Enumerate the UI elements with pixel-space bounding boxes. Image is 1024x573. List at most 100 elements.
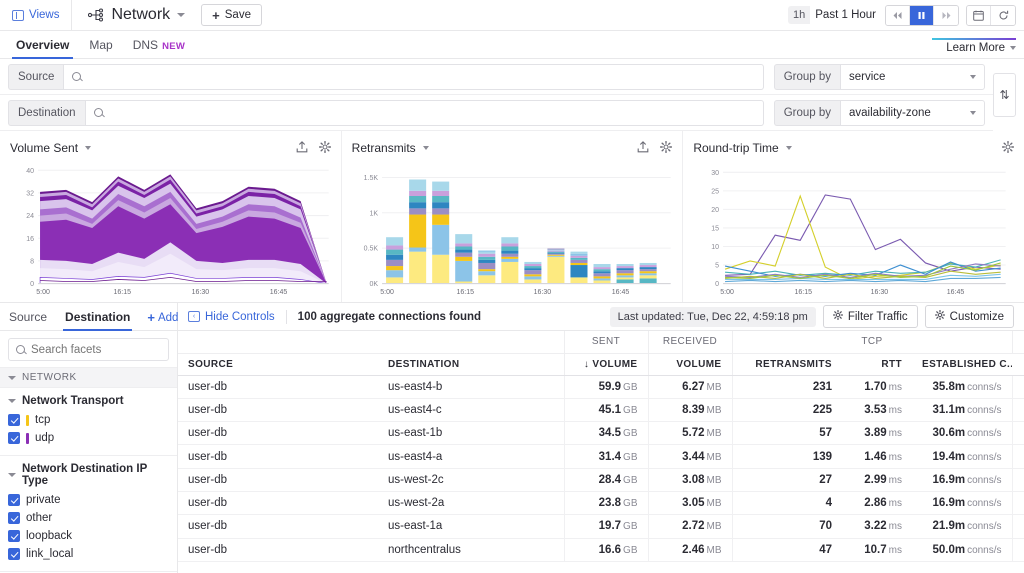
table-row[interactable]: user-db us-west-2a 23.8 GB 3.05 MB 4 2.86 m…: [178, 491, 1024, 516]
facet-network-destination-ip-type: Network Destination IP Type private othe…: [0, 456, 177, 563]
svg-text:0: 0: [30, 280, 34, 288]
time-chip[interactable]: 1h: [788, 6, 811, 24]
export-icon[interactable]: [637, 140, 649, 156]
gear-icon[interactable]: [660, 140, 673, 156]
row-menu-icon[interactable]: ⋮: [1011, 421, 1024, 446]
calendar-refresh-group: [966, 4, 1016, 26]
facet-title[interactable]: Network Destination IP Type: [0, 456, 177, 491]
tab-overview[interactable]: Overview: [6, 38, 79, 59]
table-row[interactable]: user-db us-east-1a 19.7 GB 2.72 MB 70 3.22…: [178, 514, 1024, 539]
checkbox[interactable]: [8, 548, 20, 560]
divider: [285, 309, 287, 324]
row-menu-icon[interactable]: ⋮: [1011, 398, 1024, 423]
facet-item-tcp[interactable]: tcp: [0, 411, 177, 429]
facet-item-udp[interactable]: udp: [0, 429, 177, 447]
cell-source: user-db: [178, 514, 378, 539]
col-retransmits[interactable]: RETRANSMITS: [731, 353, 842, 376]
facet-item-private[interactable]: private: [0, 491, 177, 509]
svg-text:1K: 1K: [369, 209, 378, 217]
sidebar-tab-destination[interactable]: Destination: [56, 310, 139, 331]
row-menu-icon[interactable]: ⋮: [1011, 375, 1024, 399]
col-established-connections[interactable]: ESTABLISHED C...: [912, 353, 1013, 376]
facet-search-input[interactable]: [31, 343, 168, 356]
facet-item-other[interactable]: other: [0, 509, 177, 527]
step-forward-button[interactable]: [934, 5, 958, 25]
learn-more-button[interactable]: Learn More: [946, 42, 1016, 56]
calendar-icon[interactable]: [967, 5, 991, 25]
checkbox[interactable]: [8, 530, 20, 542]
save-label: Save: [224, 9, 251, 21]
swap-source-destination-button[interactable]: ⇅: [993, 73, 1016, 117]
table-group-header-row: SENT RECEIVED TCP: [178, 331, 1024, 354]
col-rtt[interactable]: RTT: [842, 353, 912, 376]
chevron-down-icon[interactable]: [422, 146, 429, 150]
connections-table-wrapper[interactable]: SENT RECEIVED TCP SOURCE DESTINATION ↓ VO…: [178, 331, 1024, 573]
save-button[interactable]: + Save: [201, 4, 262, 26]
sidebar-tab-source[interactable]: Source: [0, 310, 56, 330]
destination-search-input[interactable]: [108, 106, 763, 119]
views-button[interactable]: Views: [0, 0, 73, 31]
facet-item-label: udp: [35, 432, 55, 444]
checkbox[interactable]: [8, 494, 20, 506]
gear-icon[interactable]: [1001, 140, 1015, 156]
chevron-down-icon[interactable]: [177, 13, 186, 17]
facet-item-link-local[interactable]: link_local: [0, 545, 177, 563]
tab-map[interactable]: Map: [79, 38, 122, 58]
table-row[interactable]: user-db us-west-2c 28.4 GB 3.08 MB 27 2.99…: [178, 468, 1024, 492]
last-updated-label: Last updated: Tue, Dec 22, 4:59:18 pm: [609, 306, 816, 327]
export-icon[interactable]: [296, 140, 308, 156]
table-row[interactable]: user-db us-east-1b 34.5 GB 5.72 MB 57 3.89…: [178, 421, 1024, 446]
source-search-input[interactable]: [87, 70, 763, 83]
facet-search-box[interactable]: [8, 338, 169, 361]
checkbox[interactable]: [8, 414, 20, 426]
hide-controls-button[interactable]: ‹ Hide Controls: [188, 311, 275, 323]
chevron-down-icon[interactable]: [785, 146, 792, 150]
row-menu-icon[interactable]: ⋮: [1011, 491, 1024, 516]
facet-item-label: tcp: [35, 414, 51, 426]
facets-sidebar: Source Destination + Add NETWORK: [0, 303, 178, 573]
time-range-label[interactable]: Past 1 Hour: [810, 9, 885, 21]
col-received-volume[interactable]: VOLUME: [647, 353, 732, 376]
facet-group-network[interactable]: NETWORK: [0, 367, 177, 388]
row-menu-icon[interactable]: ⋮: [1011, 468, 1024, 492]
chevron-down-icon: [8, 473, 16, 477]
row-menu-icon[interactable]: ⋮: [1011, 538, 1024, 562]
svg-text:0: 0: [715, 280, 719, 288]
row-menu-icon[interactable]: ⋮: [1011, 444, 1024, 469]
col-sent-volume[interactable]: ↓ VOLUME: [563, 353, 648, 376]
table-row[interactable]: user-db us-east4-a 31.4 GB 3.44 MB 139 1.4…: [178, 444, 1024, 469]
checkbox[interactable]: [8, 432, 20, 444]
chart-canvas-round-trip-time: 30 25 20 15 10 5 0 5:00 16:15 16:30 16:4…: [693, 162, 1014, 298]
source-search-box[interactable]: [63, 63, 764, 90]
filter-traffic-button[interactable]: Filter Traffic: [822, 305, 918, 328]
refresh-icon[interactable]: [991, 5, 1015, 25]
lower-section: Source Destination + Add NETWORK: [0, 303, 1024, 573]
destination-search-box[interactable]: [84, 99, 764, 126]
chevron-down-icon[interactable]: [85, 146, 92, 150]
cell-established: 30.6m conns/s: [912, 421, 1013, 446]
facet-item-loopback[interactable]: loopback: [0, 527, 177, 545]
gear-icon[interactable]: [318, 140, 331, 156]
step-backward-button[interactable]: [886, 5, 910, 25]
rtt-line-chart: 302520 15105 0 5:00 16:15 16:30 16:45: [712, 169, 1006, 296]
col-source[interactable]: SOURCE: [178, 353, 378, 376]
destination-groupby-select[interactable]: availability-zone: [840, 99, 985, 126]
svg-text:16:15: 16:15: [456, 288, 474, 296]
source-groupby-select[interactable]: service: [840, 63, 985, 90]
customize-button[interactable]: Customize: [924, 305, 1014, 328]
svg-text:16:15: 16:15: [795, 288, 813, 296]
pause-button[interactable]: [910, 5, 934, 25]
chart-title: Retransmits: [351, 141, 416, 155]
tab-dns[interactable]: DNS NEW: [123, 38, 195, 58]
filter-rows-wrapper: Source Group by service Destination Grou…: [0, 59, 1024, 131]
cell-received-volume: 3.44 MB: [647, 444, 732, 469]
table-row[interactable]: user-db northcentralus 16.6 GB 2.46 MB 47 …: [178, 538, 1024, 562]
facet-title[interactable]: Network Transport: [0, 388, 177, 411]
table-row[interactable]: user-db us-east4-c 45.1 GB 8.39 MB 225 3.5…: [178, 398, 1024, 423]
cell-destination: us-west-2a: [378, 491, 564, 516]
svg-text:16:30: 16:30: [192, 288, 210, 296]
table-row[interactable]: user-db us-east4-b 59.9 GB 6.27 MB 231 1.7…: [178, 375, 1024, 399]
col-destination[interactable]: DESTINATION: [378, 353, 564, 376]
row-menu-icon[interactable]: ⋮: [1011, 514, 1024, 539]
checkbox[interactable]: [8, 512, 20, 524]
